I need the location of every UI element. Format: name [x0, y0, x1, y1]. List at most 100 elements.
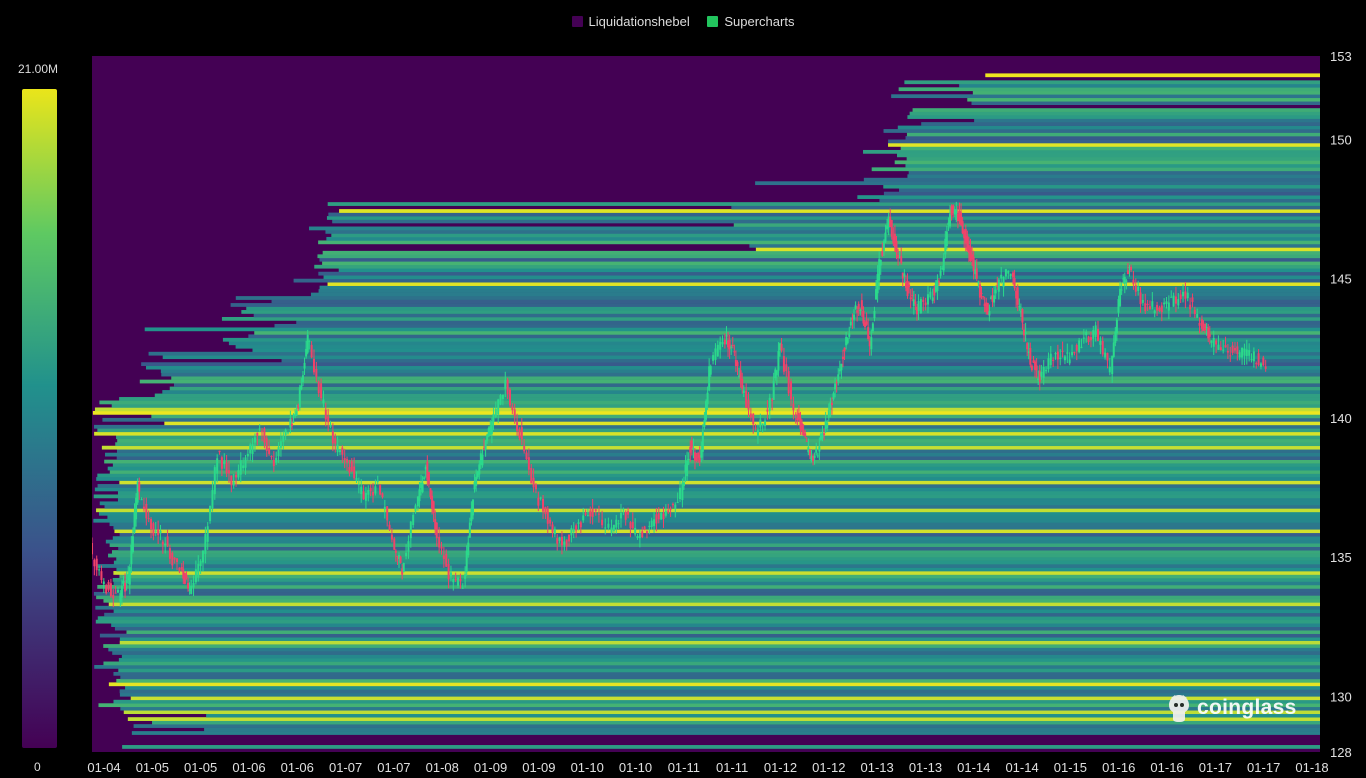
- heat-band: [97, 616, 1320, 621]
- candle-body: [435, 522, 438, 539]
- candle-body: [1167, 302, 1170, 311]
- candle-body: [730, 346, 733, 348]
- candle-body: [1184, 291, 1187, 299]
- candle-body: [1049, 353, 1052, 366]
- candle-body: [142, 506, 145, 510]
- y-tick-label: 128: [1330, 745, 1352, 760]
- heat-band: [897, 153, 1320, 158]
- candle-body: [171, 552, 174, 566]
- candle-body: [827, 410, 830, 418]
- candle-body: [402, 562, 405, 573]
- candle-body: [315, 368, 318, 377]
- heat-band: [164, 421, 1320, 426]
- candle-body: [759, 419, 762, 428]
- candle-body: [249, 444, 252, 454]
- candle-body: [1016, 287, 1019, 305]
- candle-body: [1236, 346, 1239, 354]
- heat-band: [118, 668, 1320, 673]
- candle-body: [575, 525, 578, 531]
- heat-band: [113, 571, 1320, 575]
- heat-band: [94, 665, 1320, 669]
- candle-body: [610, 527, 613, 534]
- heat-band: [103, 661, 1320, 666]
- candle-body: [244, 457, 247, 468]
- candle-body: [1092, 330, 1095, 339]
- candle-body: [832, 393, 835, 400]
- candle-body: [438, 536, 441, 548]
- candle-body: [1132, 279, 1135, 285]
- candle-body: [270, 456, 273, 458]
- candle-body: [942, 257, 945, 271]
- heatmap-chart[interactable]: 128130135140145150153 01-04 01-05 01-05 01-…: [0, 0, 1366, 778]
- heat-band: [328, 212, 1320, 217]
- candle-body: [655, 514, 658, 524]
- candle-body: [721, 342, 724, 345]
- candle-body: [846, 338, 849, 344]
- candle-body: [147, 518, 150, 520]
- candle-body: [532, 477, 535, 488]
- candle-body: [440, 546, 443, 549]
- heat-band: [117, 491, 1320, 495]
- candle-body: [612, 524, 615, 532]
- x-tick-label: 01-11: [716, 760, 748, 775]
- candle-body: [988, 311, 991, 316]
- candle-body: [931, 297, 934, 301]
- candle-body: [338, 450, 341, 453]
- heat-band: [899, 188, 1320, 193]
- candle-body: [157, 529, 160, 536]
- candle-body: [407, 541, 410, 552]
- candle-body: [261, 430, 264, 432]
- heat-band: [113, 699, 1320, 704]
- heat-band: [888, 143, 1320, 147]
- heat-band: [131, 731, 1320, 735]
- candle-body: [731, 345, 734, 347]
- candle-body: [1139, 292, 1142, 305]
- candle-body: [761, 423, 764, 426]
- candle-body: [859, 309, 862, 311]
- candle-body: [185, 574, 188, 578]
- candle-body: [813, 455, 816, 458]
- candle-body: [284, 429, 287, 436]
- candle-body: [1233, 348, 1236, 351]
- candle-body: [629, 522, 632, 529]
- candle-body: [1071, 352, 1074, 356]
- heat-band: [119, 637, 1320, 641]
- candle-body: [849, 321, 852, 326]
- watermark-text: coinglass: [1197, 696, 1297, 719]
- candle-body: [843, 347, 846, 352]
- candle-body: [275, 457, 278, 463]
- candle-body: [464, 574, 467, 579]
- candle-body: [617, 523, 620, 525]
- heat-band: [97, 584, 1320, 589]
- heat-band: [909, 111, 1320, 116]
- candle-body: [775, 370, 778, 376]
- heat-band: [325, 230, 1320, 234]
- candle-body: [1120, 289, 1123, 291]
- candle-body: [556, 538, 559, 544]
- candle-body: [645, 531, 648, 533]
- heat-band: [94, 431, 1320, 436]
- candle-body: [452, 579, 455, 583]
- candle-body: [390, 534, 393, 540]
- candle-body: [780, 343, 783, 351]
- candle-body: [1231, 345, 1234, 353]
- x-tick-label: 01-14: [957, 760, 990, 775]
- candle-body: [478, 464, 481, 475]
- candle-body: [1134, 285, 1137, 292]
- candle-body: [1000, 274, 1003, 279]
- y-tick-label: 140: [1330, 411, 1352, 426]
- heat-band: [96, 508, 1320, 513]
- candle-body: [1056, 351, 1059, 360]
- candle-body: [551, 524, 554, 533]
- candle-body: [862, 310, 865, 324]
- x-tick-label: 01-04: [87, 760, 120, 775]
- candle-body: [467, 542, 470, 556]
- candle-body: [895, 241, 898, 253]
- candle-body: [457, 577, 460, 586]
- heat-band: [228, 341, 1320, 346]
- heat-band: [888, 139, 1320, 144]
- candle-body: [919, 299, 922, 314]
- candle-body: [1222, 349, 1225, 351]
- heat-band: [125, 685, 1320, 690]
- heat-band: [119, 480, 1320, 485]
